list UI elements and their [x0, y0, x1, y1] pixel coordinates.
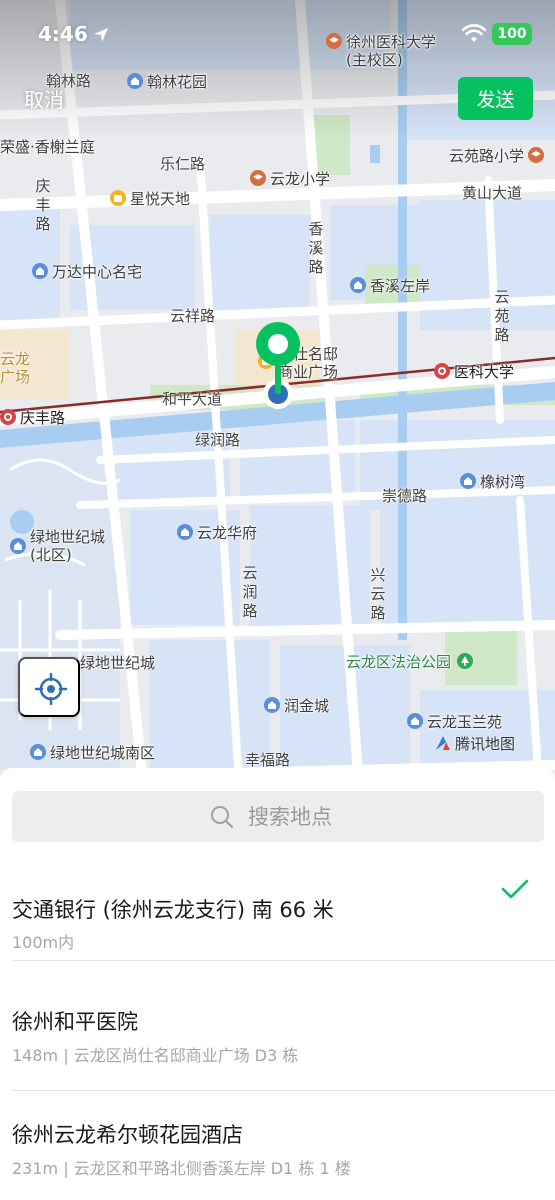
school-icon — [528, 147, 545, 163]
house-icon — [30, 744, 46, 760]
shop-icon — [110, 190, 126, 206]
metro-station[interactable]: 庆丰路 — [0, 409, 65, 427]
result-name: 交通银行 (徐州云龙支行) 南 66 米 — [12, 898, 334, 922]
status-time: 4:46 — [38, 22, 88, 46]
road-label: 绿润路 — [195, 431, 241, 449]
result-desc: 148m | 云龙区尚仕名邸商业广场 D3 栋 — [12, 1046, 299, 1065]
road-label: 香溪路 — [308, 220, 324, 276]
house-icon — [10, 538, 26, 554]
house-icon — [407, 713, 423, 729]
map-watermark: 腾讯地图 — [434, 733, 515, 754]
search-bar[interactable] — [12, 791, 544, 842]
poi-label[interactable]: 云龙小学 — [250, 170, 330, 188]
poi-label[interactable]: 云龙 广场 — [0, 350, 30, 386]
tencent-map-logo-icon — [436, 736, 450, 750]
road-label: 云润路 — [242, 564, 258, 620]
poi-label[interactable]: 绿地世纪城南区 — [30, 744, 155, 762]
road-label: 幸福路 — [245, 751, 291, 769]
park-icon — [457, 653, 474, 669]
result-item[interactable]: 徐州和平医院 148m | 云龙区尚仕名邸商业广场 D3 栋 — [0, 978, 555, 1091]
poi-label[interactable]: 云龙区法治公园 — [346, 653, 477, 671]
house-icon — [350, 277, 366, 293]
road-label: 庆丰路 — [35, 177, 51, 233]
road-label: 乐仁路 — [160, 155, 206, 173]
house-icon — [127, 73, 143, 89]
house-icon — [32, 263, 48, 279]
send-button[interactable]: 发送 — [458, 77, 533, 120]
poi-label[interactable]: 云龙玉兰苑 — [407, 713, 502, 731]
metro-icon — [0, 409, 16, 425]
location-results-sheet: 交通银行 (徐州云龙支行) 南 66 米 100m内 徐州和平医院 148m |… — [0, 768, 555, 1200]
road-label: 云祥路 — [170, 307, 216, 325]
result-item[interactable]: 徐州云龙希尔顿花园酒店 231m | 云龙区和平路北侧香溪左岸 D1 栋 1 楼 — [0, 1091, 555, 1200]
poi-label[interactable]: 润金城 — [264, 697, 329, 715]
result-name: 徐州和平医院 — [12, 1010, 138, 1034]
check-icon — [501, 879, 529, 899]
poi-label[interactable]: 荣盛·香榭兰庭 — [0, 138, 95, 156]
metro-icon — [434, 363, 450, 379]
poi-label[interactable]: 云龙华府 — [177, 524, 257, 542]
road-label: 黄山大道 — [462, 184, 523, 202]
wifi-icon — [462, 24, 486, 42]
road-label: 兴云路 — [370, 566, 386, 622]
crosshair-icon — [35, 673, 67, 705]
result-item[interactable]: 交通银行 (徐州云龙支行) 南 66 米 100m内 — [0, 848, 555, 961]
school-icon — [250, 170, 266, 186]
search-icon — [211, 806, 233, 828]
road-label: 云苑路 — [494, 288, 510, 344]
battery-indicator: 100 — [492, 23, 532, 45]
poi-label[interactable]: 星悦天地 — [110, 190, 190, 208]
map-view[interactable]: 徐州医科大学 (主校区) 翰林花园 云龙小学 云苑路小学 星悦天地 万达中心名宅… — [0, 0, 555, 800]
location-arrow-icon — [94, 28, 108, 42]
poi-label[interactable]: 绿地世纪城 — [80, 654, 155, 672]
locate-me-button[interactable] — [18, 657, 80, 717]
result-desc: 231m | 云龙区和平路北侧香溪左岸 D1 栋 1 楼 — [12, 1159, 351, 1178]
poi-label[interactable]: 香溪左岸 — [350, 277, 430, 295]
location-pin-icon[interactable] — [254, 320, 302, 412]
road-label: 和平大道 — [162, 390, 223, 408]
poi-label[interactable]: 橡树湾 — [460, 473, 525, 491]
search-input[interactable] — [248, 801, 448, 833]
house-icon — [264, 697, 280, 713]
result-desc: 100m内 — [12, 933, 75, 952]
poi-label[interactable]: 云苑路小学 — [449, 147, 548, 165]
road-label: 崇德路 — [382, 487, 428, 505]
status-bar: 4:46 100 — [0, 0, 555, 70]
cancel-button[interactable]: 取消 — [24, 84, 64, 113]
poi-label[interactable]: 绿地世纪城 (北区) — [10, 528, 105, 564]
poi-label[interactable]: 万达中心名宅 — [32, 263, 142, 281]
house-icon — [177, 524, 193, 540]
result-name: 徐州云龙希尔顿花园酒店 — [12, 1123, 243, 1147]
poi-label[interactable]: 翰林花园 — [127, 73, 207, 91]
divider — [12, 960, 555, 961]
house-icon — [460, 473, 476, 489]
metro-station[interactable]: 医科大学 — [434, 363, 514, 381]
